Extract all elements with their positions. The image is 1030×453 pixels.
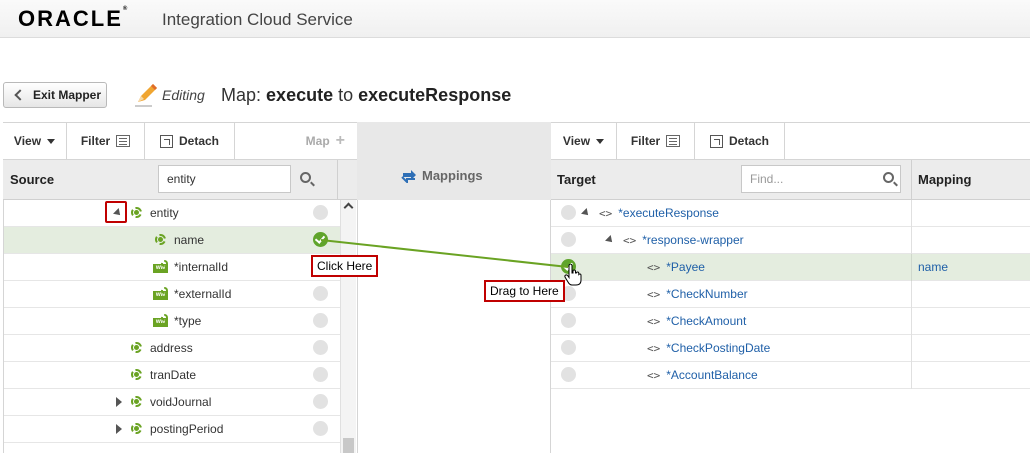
oracle-logo: ORACLE®: [18, 6, 128, 31]
attribute-icon: ww: [153, 259, 169, 274]
filter-icon: [116, 135, 131, 147]
source-row-type[interactable]: ww *type: [3, 308, 340, 335]
source-view-menu[interactable]: View: [3, 123, 67, 159]
element-icon: [129, 341, 145, 355]
element-icon: <>: [647, 287, 661, 301]
mapped-check-icon[interactable]: [313, 232, 328, 247]
expand-triangle-icon[interactable]: [581, 208, 591, 218]
element-icon: [129, 422, 145, 436]
editing-status: Editing: [162, 87, 205, 103]
source-scrollbar[interactable]: [340, 200, 356, 453]
source-row-entity[interactable]: entity: [3, 200, 340, 227]
attribute-icon: ww: [153, 286, 169, 301]
element-icon: <>: [647, 314, 661, 328]
target-row-accountbalance[interactable]: <> *AccountBalance: [551, 362, 1030, 389]
element-icon: [129, 368, 145, 382]
chevron-left-icon: [14, 89, 26, 101]
target-row-response-wrapper[interactable]: <> *response-wrapper: [551, 227, 1030, 254]
element-icon: [129, 206, 145, 220]
mappings-band: Mappings: [357, 122, 551, 200]
app-header: ORACLE® Integration Cloud Service: [0, 0, 1030, 38]
element-icon: [129, 395, 145, 409]
source-row-name[interactable]: name: [3, 227, 340, 254]
mappings-icon: [401, 169, 416, 183]
app-title: Integration Cloud Service: [162, 10, 353, 29]
target-toolbar: View Filter Detach: [551, 122, 1030, 160]
map-status-circle[interactable]: [313, 286, 328, 301]
hand-cursor-icon: [564, 264, 582, 286]
element-icon: <>: [647, 368, 661, 382]
attribute-icon: ww: [153, 313, 169, 328]
map-status-circle[interactable]: [313, 205, 328, 220]
source-header: Source: [3, 160, 357, 200]
click-here-callout: Click Here: [311, 255, 379, 277]
source-title: Source: [10, 172, 55, 187]
map-status-circle[interactable]: [561, 205, 576, 220]
mappings-canvas: [357, 200, 551, 453]
map-status-circle[interactable]: [561, 313, 576, 328]
source-row-postingperiod[interactable]: postingPeriod: [3, 416, 340, 443]
target-row-checkamount[interactable]: <> *CheckAmount: [551, 308, 1030, 335]
detach-icon: [159, 134, 173, 148]
map-status-circle[interactable]: [313, 394, 328, 409]
map-status-circle[interactable]: [561, 232, 576, 247]
target-header: Target Mapping: [551, 160, 1030, 200]
mapping-value[interactable]: name: [918, 260, 948, 274]
source-row-address[interactable]: address: [3, 335, 340, 362]
caret-down-icon: [596, 138, 605, 144]
target-detach-button[interactable]: Detach: [695, 123, 785, 159]
source-filter-button[interactable]: Filter: [67, 123, 145, 159]
search-icon[interactable]: [883, 172, 894, 183]
target-row-checknumber[interactable]: <> *CheckNumber: [551, 281, 1030, 308]
target-title: Target: [557, 172, 596, 187]
target-row-payee[interactable]: <> *Payee name: [551, 254, 1030, 281]
element-icon: <>: [623, 233, 637, 247]
target-filter-button[interactable]: Filter: [617, 123, 695, 159]
drag-to-here-callout: Drag to Here: [484, 280, 565, 302]
source-row-trandate[interactable]: tranDate: [3, 362, 340, 389]
expand-highlight-box: [105, 201, 127, 223]
scroll-up-icon[interactable]: [343, 202, 354, 213]
source-row-internalid[interactable]: ww *internalId: [3, 254, 340, 281]
plus-icon: +: [335, 132, 345, 149]
source-toolbar: View Filter Detach Map +: [3, 122, 357, 160]
element-icon: <>: [599, 206, 613, 220]
mapping-column-title: Mapping: [918, 172, 972, 187]
collapse-triangle-icon[interactable]: [116, 424, 122, 434]
target-view-menu[interactable]: View: [551, 123, 617, 159]
map-status-circle[interactable]: [561, 367, 576, 382]
target-row-executeresponse[interactable]: <> *executeResponse: [551, 200, 1030, 227]
map-status-circle[interactable]: [561, 340, 576, 355]
source-detach-button[interactable]: Detach: [145, 123, 235, 159]
source-row-voidjournal[interactable]: voidJournal: [3, 389, 340, 416]
source-search-input[interactable]: [158, 165, 291, 193]
source-row-externalid[interactable]: ww *externalId: [3, 281, 340, 308]
mappings-label: Mappings: [422, 168, 483, 183]
scroll-thumb[interactable]: [343, 438, 354, 453]
search-icon[interactable]: [300, 172, 311, 183]
map-title: Map: execute to executeResponse: [221, 85, 512, 105]
map-status-circle[interactable]: [313, 421, 328, 436]
mapper-titlebar: Exit Mapper Editing Map: execute to exec…: [0, 76, 1030, 116]
map-status-circle[interactable]: [313, 367, 328, 382]
pencil-icon: [135, 84, 157, 107]
element-icon: [153, 233, 169, 247]
map-status-circle[interactable]: [313, 313, 328, 328]
exit-mapper-button[interactable]: Exit Mapper: [3, 82, 107, 108]
detach-icon: [709, 134, 723, 148]
collapse-triangle-icon[interactable]: [116, 397, 122, 407]
target-find-input[interactable]: [741, 165, 901, 193]
caret-down-icon: [47, 138, 56, 144]
target-row-checkpostingdate[interactable]: <> *CheckPostingDate: [551, 335, 1030, 362]
element-icon: <>: [647, 260, 661, 274]
map-status-circle[interactable]: [313, 340, 328, 355]
filter-icon: [666, 135, 681, 147]
expand-triangle-icon[interactable]: [605, 235, 615, 245]
element-icon: <>: [647, 341, 661, 355]
map-button[interactable]: Map +: [235, 123, 357, 159]
